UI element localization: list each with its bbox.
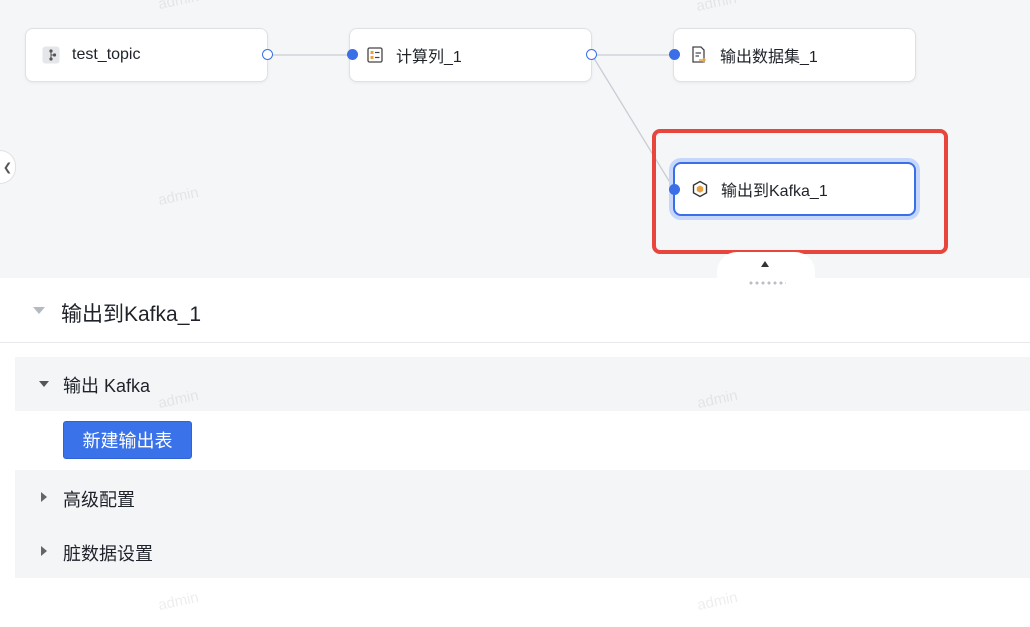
- flow-canvas[interactable]: admin admin admin ❮ test_topic 计算列_1 输出数…: [0, 0, 1030, 278]
- highlight-box: [652, 129, 948, 254]
- node-input-port[interactable]: [669, 49, 680, 60]
- section-dirty-data-settings[interactable]: 脏数据设置: [15, 524, 1030, 578]
- section-label: 脏数据设置: [63, 544, 153, 564]
- section-output-kafka[interactable]: 输出 Kafka: [15, 357, 1030, 411]
- watermark: admin: [156, 588, 201, 615]
- node-label: test_topic: [72, 46, 141, 63]
- new-output-table-button[interactable]: 新建输出表: [63, 421, 192, 459]
- caret-up-icon: [761, 261, 769, 267]
- caret-right-icon: [41, 546, 47, 556]
- node-input-port[interactable]: [347, 49, 358, 60]
- node-output-port[interactable]: [262, 49, 273, 60]
- kafka-source-icon: [42, 46, 60, 64]
- panel-header[interactable]: 输出到Kafka_1: [0, 278, 1030, 343]
- panel-title: 输出到Kafka_1: [61, 303, 202, 326]
- watermark: admin: [695, 588, 740, 615]
- compute-column-icon: [366, 46, 384, 64]
- section-label: 高级配置: [63, 490, 135, 510]
- section-label: 输出 Kafka: [63, 376, 151, 396]
- node-config-panel: 输出到Kafka_1 输出 Kafka 新建输出表 高级配置 脏数据设置 adm…: [0, 278, 1030, 627]
- node-label: 计算列_1: [396, 49, 462, 66]
- collapse-caret-icon[interactable]: [33, 307, 45, 314]
- drag-grip-icon: [748, 281, 786, 285]
- chevron-left-icon: ❮: [2, 161, 13, 174]
- section-advanced-config[interactable]: 高级配置: [15, 470, 1030, 524]
- node-output-dataset[interactable]: 输出数据集_1: [673, 28, 916, 82]
- node-output-port[interactable]: [586, 49, 597, 60]
- node-compute-column[interactable]: 计算列_1: [349, 28, 592, 82]
- panel-resize-handle[interactable]: [717, 252, 815, 292]
- caret-down-icon: [39, 381, 49, 387]
- node-test-topic[interactable]: test_topic: [25, 28, 268, 82]
- caret-right-icon: [41, 492, 47, 502]
- output-dataset-icon: [690, 46, 708, 64]
- node-label: 输出数据集_1: [720, 49, 818, 66]
